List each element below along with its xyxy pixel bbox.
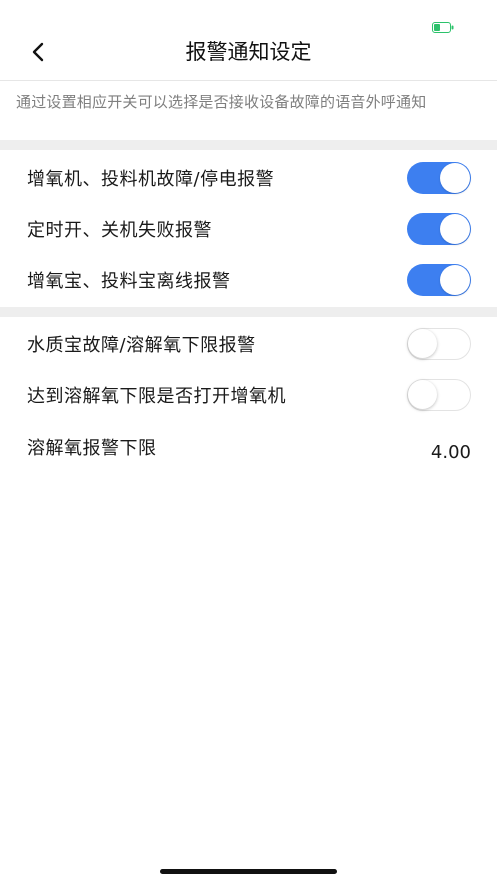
setting-row-auto-aerator: 达到溶解氧下限是否打开增氧机: [0, 369, 497, 421]
page-title: 报警通知设定: [185, 40, 312, 64]
toggle-knob: [440, 214, 470, 244]
description-text: 通过设置相应开关可以选择是否接收设备故障的语音外呼通知: [16, 93, 427, 111]
nav-bar: 报警通知设定: [0, 30, 497, 74]
toggle-knob: [408, 329, 437, 358]
setting-label: 定时开、关机失败报警: [27, 220, 212, 241]
threshold-label: 溶解氧报警下限: [27, 438, 157, 459]
setting-label: 增氧机、投料机故障/停电报警: [27, 169, 275, 190]
header-divider: [0, 80, 497, 81]
section-separator: [0, 307, 497, 317]
home-indicator[interactable]: [160, 869, 337, 874]
setting-row-power-alarm: 增氧机、投料机故障/停电报警: [0, 152, 497, 204]
offline-alarm-toggle[interactable]: [407, 264, 471, 296]
setting-row-water-quality-alarm: 水质宝故障/溶解氧下限报警: [0, 318, 497, 370]
toggle-knob: [408, 380, 437, 409]
section-separator: [0, 140, 497, 150]
toggle-knob: [440, 163, 470, 193]
setting-label: 水质宝故障/溶解氧下限报警: [27, 335, 256, 356]
toggle-knob: [440, 265, 470, 295]
threshold-value[interactable]: 4.00: [380, 442, 471, 463]
timer-alarm-toggle[interactable]: [407, 213, 471, 245]
setting-label: 增氧宝、投料宝离线报警: [27, 271, 231, 292]
setting-row-timer-alarm: 定时开、关机失败报警: [0, 203, 497, 255]
setting-row-offline-alarm: 增氧宝、投料宝离线报警: [0, 254, 497, 306]
setting-row-oxygen-threshold[interactable]: 溶解氧报警下限 4.00: [0, 422, 497, 482]
power-alarm-toggle[interactable]: [407, 162, 471, 194]
screen: 报警通知设定 通过设置相应开关可以选择是否接收设备故障的语音外呼通知 增氧机、投…: [0, 0, 497, 883]
setting-label: 达到溶解氧下限是否打开增氧机: [27, 386, 286, 407]
auto-aerator-toggle[interactable]: [407, 379, 471, 411]
water-quality-alarm-toggle[interactable]: [407, 328, 471, 360]
